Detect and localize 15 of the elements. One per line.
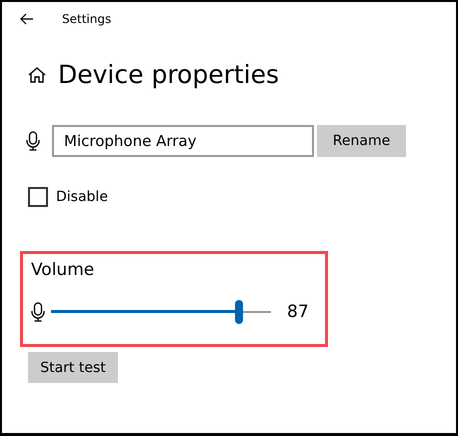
- volume-slider[interactable]: [51, 300, 271, 324]
- rename-button[interactable]: Rename: [317, 125, 406, 157]
- page-heading: Device properties: [58, 60, 280, 89]
- volume-value: 87: [287, 302, 309, 322]
- microphone-icon: [31, 302, 45, 322]
- start-test-button[interactable]: Start test: [28, 352, 118, 383]
- back-button[interactable]: [20, 13, 34, 25]
- disable-checkbox[interactable]: [28, 187, 48, 207]
- home-icon[interactable]: [28, 66, 46, 84]
- window-title: Settings: [62, 12, 112, 26]
- device-name-field[interactable]: Microphone Array: [52, 125, 314, 157]
- section-title: Volume: [31, 260, 96, 280]
- slider-thumb[interactable]: [235, 300, 244, 324]
- microphone-icon: [26, 131, 40, 151]
- checkbox-label: Disable: [56, 189, 108, 205]
